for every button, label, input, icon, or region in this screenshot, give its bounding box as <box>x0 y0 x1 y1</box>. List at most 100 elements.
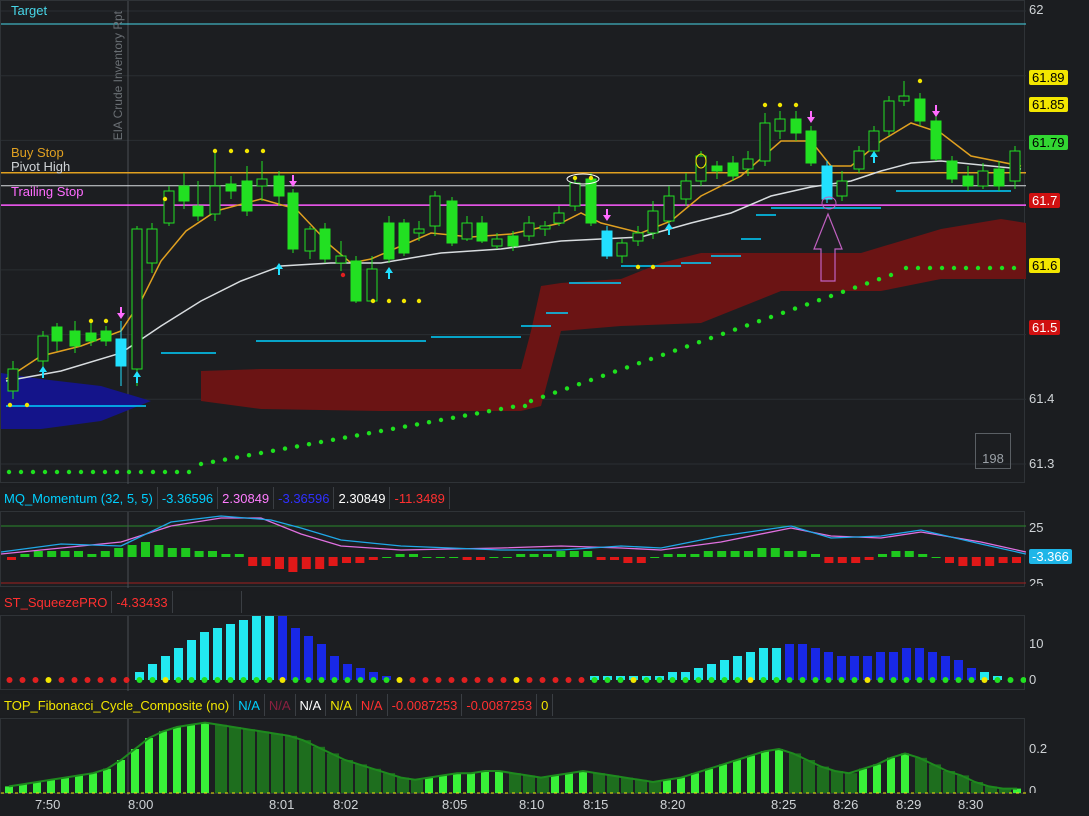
fib-bar <box>719 764 727 793</box>
squeeze-bar <box>304 636 313 680</box>
squeeze-header[interactable]: ST_SqueezePRO -4.33433 <box>0 591 242 613</box>
trail-dot <box>90 469 96 475</box>
trail-dot <box>18 469 24 475</box>
momentum-bar <box>904 551 914 557</box>
fib-bar <box>747 755 755 793</box>
trail-dot <box>318 439 324 445</box>
signal-dot <box>88 318 94 324</box>
fib-bar <box>915 757 927 793</box>
squeeze-dot <box>253 677 260 683</box>
trail-dot <box>198 461 204 467</box>
bar-count-badge[interactable]: 198 <box>975 433 1011 469</box>
fib-bar <box>677 777 685 793</box>
trail-dot <box>840 289 846 294</box>
squeeze-dot <box>565 677 572 683</box>
squeeze-dot <box>708 677 715 683</box>
squeeze-dot <box>84 677 91 683</box>
price-chart[interactable] <box>1 1 1026 484</box>
fib-bar <box>229 727 241 793</box>
candle-body <box>304 228 316 252</box>
time-tick: 8:00 <box>128 797 154 812</box>
time-tick: 8:26 <box>833 797 859 812</box>
candle-body <box>398 222 410 254</box>
fib-header[interactable]: TOP_Fibonacci_Cycle_Composite (no) N/A N… <box>0 694 554 716</box>
candle-body <box>711 165 723 172</box>
trail-dot <box>792 306 798 311</box>
squeeze-dot <box>994 677 1001 683</box>
squeeze-tick: 0 <box>1029 672 1037 687</box>
momentum-bar <box>851 557 861 563</box>
momentum-bar <box>100 551 110 557</box>
squeeze-dot <box>968 677 975 683</box>
fib-tick: 0 <box>1029 783 1037 793</box>
squeeze-dot <box>500 677 507 683</box>
fib-value: 0 <box>537 694 554 716</box>
squeeze-pane[interactable] <box>0 615 1026 691</box>
trail-dot <box>684 344 690 349</box>
squeeze-bar <box>850 656 859 680</box>
fib-value: N/A <box>326 694 357 716</box>
momentum-bar <box>234 554 244 557</box>
squeeze-chart <box>6 616 1026 691</box>
fib-study-name[interactable]: TOP_Fibonacci_Cycle_Composite (no) <box>0 694 235 716</box>
signal-dot <box>162 196 168 202</box>
momentum-bar <box>33 551 43 557</box>
squeeze-bar <box>226 624 235 680</box>
squeeze-bar <box>941 656 950 680</box>
time-tick: 8:25 <box>771 797 797 812</box>
candle-body <box>962 175 974 187</box>
trail-dot <box>864 281 870 286</box>
momentum-chart <box>1 512 1026 588</box>
squeeze-dot <box>240 677 247 683</box>
fib-bar <box>523 775 535 793</box>
momentum-bar <box>610 557 619 560</box>
target-label: Target <box>11 3 48 18</box>
momentum-study-name[interactable]: MQ_Momentum (32, 5, 5) <box>0 487 158 509</box>
squeeze-bar <box>213 628 222 680</box>
momentum-bar <box>636 557 646 563</box>
fib-bar <box>509 773 521 793</box>
fib-pane[interactable] <box>0 718 1026 795</box>
momentum-bar <box>918 554 928 557</box>
squeeze-dot <box>136 677 143 683</box>
squeeze-dot <box>838 677 845 683</box>
squeeze-dot <box>916 677 923 683</box>
squeeze-bar <box>902 648 911 680</box>
momentum-header[interactable]: MQ_Momentum (32, 5, 5) -3.36596 2.30849 … <box>0 487 450 509</box>
candle-body <box>993 168 1005 187</box>
momentum-bar <box>7 557 16 560</box>
fib-bar <box>761 751 769 793</box>
squeeze-dot <box>942 677 949 683</box>
candle-body <box>539 225 551 230</box>
price-pane[interactable]: Target Buy Stop Pivot High Trailing Stop… <box>0 0 1026 484</box>
trail-dot <box>150 469 156 475</box>
squeeze-dot <box>929 677 936 683</box>
fib-bar <box>705 768 713 793</box>
fib-bar <box>495 771 503 793</box>
momentum-bar <box>623 557 633 563</box>
momentum-value: -3.36596 <box>274 487 335 509</box>
candle-body <box>446 200 458 244</box>
squeeze-dot <box>175 677 182 683</box>
candle-body <box>647 210 659 234</box>
momentum-pane[interactable] <box>0 511 1026 588</box>
trail-dot <box>54 469 60 475</box>
fib-bar <box>691 773 699 793</box>
signal-dot <box>762 102 768 108</box>
trail-dot <box>648 356 654 362</box>
squeeze-dot <box>578 677 585 683</box>
signal-dot-red <box>340 272 346 278</box>
fib-bar <box>369 768 381 793</box>
trail-dot <box>354 433 360 438</box>
squeeze-dot <box>149 677 156 683</box>
momentum-bar <box>703 551 713 557</box>
fib-bar <box>271 733 283 793</box>
fib-bar <box>817 766 829 793</box>
trail-dot <box>756 319 762 324</box>
squeeze-dot <box>370 677 377 683</box>
squeeze-dot <box>539 677 546 683</box>
squeeze-dot <box>201 677 208 683</box>
squeeze-study-name[interactable]: ST_SqueezePRO <box>0 591 113 613</box>
momentum-bar <box>744 551 753 557</box>
fib-bar <box>33 782 41 793</box>
